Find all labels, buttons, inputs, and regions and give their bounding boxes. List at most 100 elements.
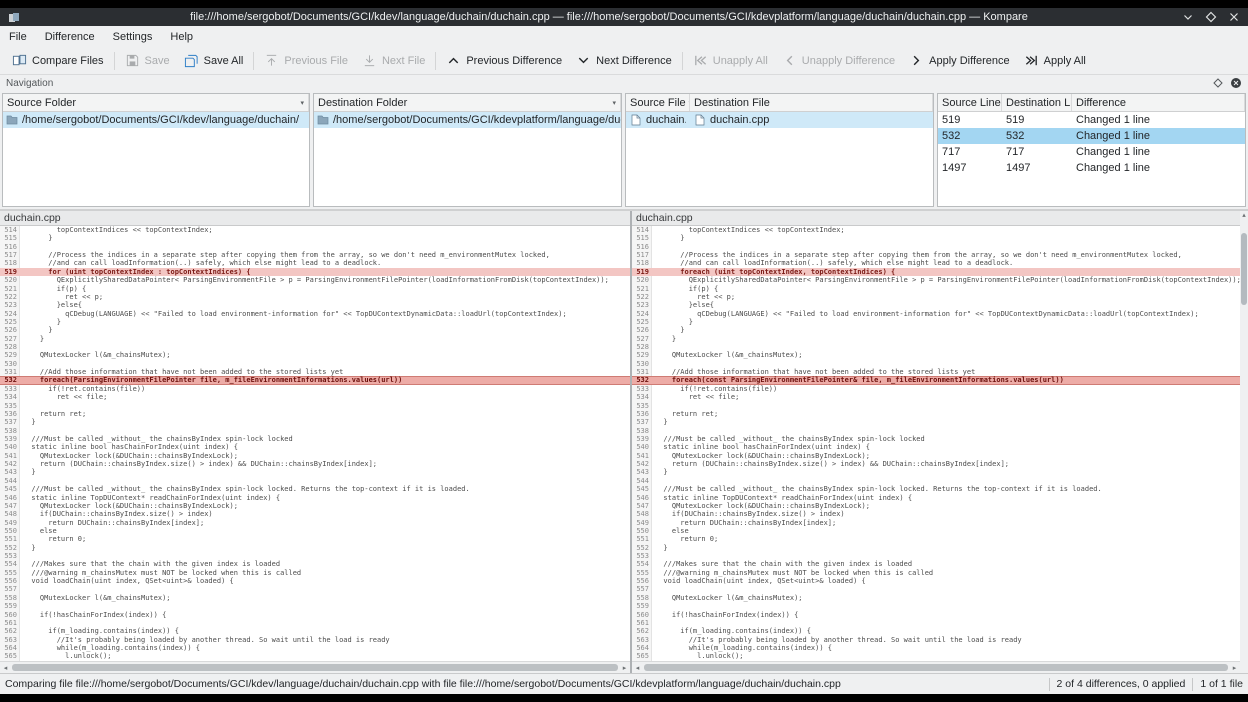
- scrollbar-thumb[interactable]: [644, 664, 1228, 671]
- destination-line-column-header[interactable]: Destination Lin: [1002, 94, 1072, 111]
- vertical-scrollbar[interactable]: ▴ ▾: [1240, 211, 1248, 673]
- line-number: 535: [632, 402, 652, 410]
- apply-difference-button[interactable]: Apply Difference: [902, 50, 1017, 71]
- scroll-up-icon[interactable]: ▴: [1240, 211, 1248, 220]
- line-text: }: [652, 335, 676, 343]
- line-number: 530: [0, 360, 20, 368]
- file-list: Source File ▾ Destination File duchain.c…: [625, 93, 934, 207]
- line-number: 532: [0, 376, 20, 384]
- line-text: ///Makes sure that the chain with the gi…: [20, 560, 280, 568]
- line-number: 556: [632, 577, 652, 585]
- code-line: 551 return 0;: [632, 535, 1240, 543]
- line-number: 542: [632, 460, 652, 468]
- line-number: 559: [0, 602, 20, 610]
- line-text: }else{: [652, 301, 714, 309]
- titlebar[interactable]: file:///home/sergobot/Documents/GCI/kdev…: [0, 8, 1248, 26]
- left-horizontal-scrollbar[interactable]: ◂ ▸: [0, 661, 630, 673]
- menu-settings[interactable]: Settings: [104, 26, 162, 47]
- previous-difference-button[interactable]: Previous Difference: [439, 50, 569, 71]
- difference-row-selected[interactable]: 532 532 Changed 1 line: [938, 128, 1245, 144]
- line-text: ///Must be called _without_ the chainsBy…: [652, 485, 1102, 493]
- difference-column-header[interactable]: Difference: [1072, 94, 1245, 111]
- diff-line-selected[interactable]: 532 foreach(ParsingEnvironmentFilePointe…: [0, 376, 630, 384]
- line-number: 531: [0, 368, 20, 376]
- line-text: if(!hasChainForIndex(index)) {: [652, 611, 798, 619]
- difference-row[interactable]: 519 519 Changed 1 line: [938, 112, 1245, 128]
- minimize-icon[interactable]: [1182, 11, 1194, 23]
- menu-help[interactable]: Help: [161, 26, 202, 47]
- line-text: ///Must be called _without_ the chainsBy…: [20, 435, 293, 443]
- destination-line: 519: [1006, 114, 1024, 126]
- line-text: static inline bool hasChainForIndex(uint…: [20, 443, 238, 451]
- source-line: 1497: [942, 162, 966, 174]
- unapply-all-button[interactable]: Unapply All: [686, 50, 775, 71]
- destination-folder-column-header[interactable]: Destination Folder ▾: [314, 94, 621, 111]
- code-line: 547 QMutexLocker lock(&DUChain::chainsBy…: [0, 502, 630, 510]
- diff-line-changed[interactable]: 519 for (uint topContextIndex : topConte…: [0, 268, 630, 276]
- line-number: 558: [0, 594, 20, 602]
- code-line: 534 ret << file;: [0, 393, 630, 401]
- file-row[interactable]: duchain.c... duchain.cpp: [626, 112, 933, 128]
- toolbar-button-label: Save All: [204, 55, 244, 67]
- code-line: 531 //Add those information that have no…: [632, 368, 1240, 376]
- line-number: 516: [0, 243, 20, 251]
- line-text: [652, 243, 655, 251]
- menu-difference[interactable]: Difference: [36, 26, 104, 47]
- save-all-button[interactable]: Save All: [177, 50, 251, 71]
- unapply-difference-button[interactable]: Unapply Difference: [775, 50, 902, 71]
- code-line: 564 while(m_loading.contains(index)) {: [632, 644, 1240, 652]
- next-file-button[interactable]: Next File: [355, 50, 432, 71]
- scrollbar-thumb[interactable]: [1241, 233, 1247, 305]
- close-icon[interactable]: [1228, 11, 1240, 23]
- destination-folder-path: /home/sergobot/Documents/GCI/kdevplatfor…: [333, 114, 621, 126]
- destination-line: 1497: [1006, 162, 1030, 174]
- scroll-left-icon[interactable]: ◂: [0, 664, 11, 672]
- scrollbar-thumb[interactable]: [12, 664, 618, 671]
- previous-file-button[interactable]: Previous File: [257, 50, 355, 71]
- line-number: 554: [0, 560, 20, 568]
- compare-files-button[interactable]: Compare Files: [5, 50, 111, 71]
- diff-line-selected[interactable]: 532 foreach(const ParsingEnvironmentFile…: [632, 376, 1240, 384]
- code-line: 558 QMutexLocker l(&m_chainsMutex);: [0, 594, 630, 602]
- source-folder-column-header[interactable]: Source Folder ▾: [3, 94, 309, 111]
- destination-folder-item[interactable]: /home/sergobot/Documents/GCI/kdevplatfor…: [314, 112, 621, 128]
- menu-file[interactable]: File: [0, 26, 36, 47]
- line-text: return DUChain::chainsByIndex[index];: [652, 519, 836, 527]
- destination-file-column-header[interactable]: Destination File: [690, 94, 933, 111]
- line-text: void loadChain(uint index, QSet<uint>& l…: [20, 577, 234, 585]
- close-dock-icon[interactable]: [1230, 77, 1242, 89]
- next-difference-button[interactable]: Next Difference: [569, 50, 679, 71]
- line-text: l.unlock();: [20, 652, 112, 660]
- diff-line-changed[interactable]: 519 foreach (uint topContextIndex, topCo…: [632, 268, 1240, 276]
- line-number: 515: [0, 234, 20, 242]
- line-text: }: [652, 326, 685, 334]
- toolbar-button-label: Compare Files: [32, 55, 104, 67]
- pane-splitter[interactable]: [630, 211, 632, 673]
- apply-all-button[interactable]: Apply All: [1017, 50, 1093, 71]
- navigation-dock-header[interactable]: Navigation: [0, 75, 1248, 91]
- line-number: 539: [632, 435, 652, 443]
- line-number: 563: [0, 636, 20, 644]
- source-folder-item[interactable]: /home/sergobot/Documents/GCI/kdev/langua…: [3, 112, 309, 128]
- source-file-column-header[interactable]: Source File ▾: [626, 94, 690, 111]
- save-button[interactable]: Save: [118, 50, 177, 71]
- source-line-column-header[interactable]: Source Line ▾: [938, 94, 1002, 111]
- difference-row[interactable]: 1497 1497 Changed 1 line: [938, 160, 1245, 176]
- scroll-right-icon[interactable]: ▸: [1229, 664, 1240, 672]
- line-text: QMutexLocker lock(&DUChain::chainsByInde…: [652, 452, 870, 460]
- code-line: 544: [0, 477, 630, 485]
- right-horizontal-scrollbar[interactable]: ◂ ▸: [632, 661, 1240, 673]
- line-text: qCDebug(LANGUAGE) << "Failed to load env…: [652, 310, 1199, 318]
- code-line: 516: [632, 243, 1240, 251]
- line-text: QMutexLocker l(&m_chainsMutex);: [20, 351, 171, 359]
- maximize-icon[interactable]: [1205, 11, 1217, 23]
- destination-line: 717: [1006, 146, 1024, 158]
- toolbar-separator: [435, 52, 436, 70]
- float-dock-icon[interactable]: [1212, 77, 1224, 89]
- line-number: 546: [0, 494, 20, 502]
- scroll-right-icon[interactable]: ▸: [619, 664, 630, 672]
- scroll-left-icon[interactable]: ◂: [632, 664, 643, 672]
- difference-row[interactable]: 717 717 Changed 1 line: [938, 144, 1245, 160]
- source-line: 519: [942, 114, 960, 126]
- navigation-panel: Source Folder ▾ /home/sergobot/Documents…: [0, 91, 1248, 209]
